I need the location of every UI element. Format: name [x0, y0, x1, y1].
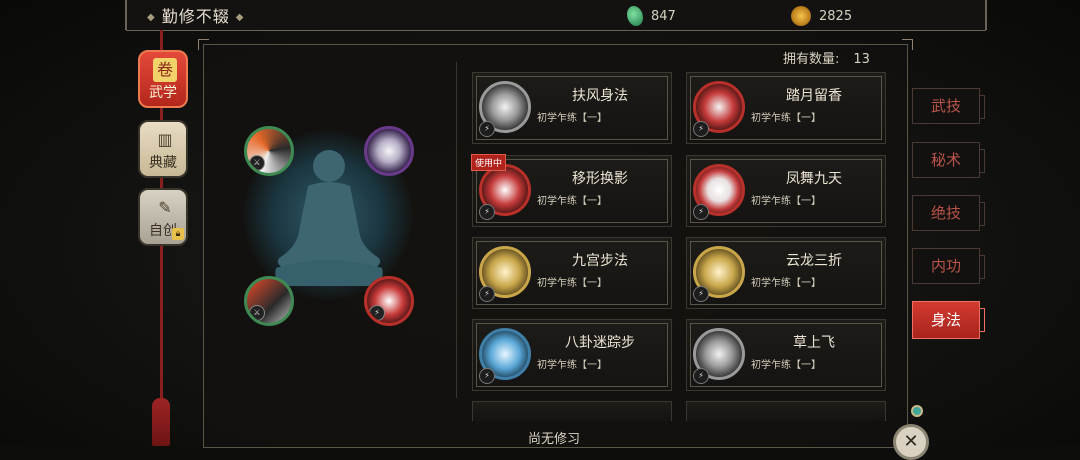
skill-level: 初学乍练【一】: [751, 196, 821, 207]
skill-card-in-use[interactable]: ⚡ 使用中 移形换影 初学乍练【一】: [471, 154, 672, 227]
skill-card-partial[interactable]: [472, 401, 672, 421]
skill-level: 初学乍练【一】: [537, 360, 607, 371]
tab-ultimate-skills[interactable]: 绝技: [912, 195, 985, 231]
skill-level: 初学乍练【一】: [751, 278, 821, 289]
equipped-slot-skill[interactable]: [364, 126, 414, 176]
jade-icon: [627, 6, 643, 26]
movement-icon: ⚡: [479, 121, 495, 137]
sidebar-item-label: 典藏: [149, 155, 177, 171]
equipped-slot-movement[interactable]: ⚡: [364, 276, 414, 326]
equipped-slot-technique[interactable]: ⚔: [244, 276, 294, 326]
owned-count-value: 13: [853, 52, 870, 67]
diamond-icon: ◆: [235, 12, 245, 23]
tab-secret-arts[interactable]: 秘术: [912, 142, 985, 178]
skill-name: 扶风身法: [572, 88, 628, 104]
skill-name: 云龙三折: [786, 253, 842, 269]
training-status: 尚无修习: [528, 432, 581, 447]
skill-level: 初学乍练【一】: [751, 360, 821, 371]
quill-icon: ✎: [158, 198, 172, 217]
skill-card[interactable]: ⚡ 云龙三折 初学乍练【一】: [686, 237, 886, 309]
sword-icon: ⚔: [249, 155, 265, 171]
equipped-slot-weapon[interactable]: ⚔: [244, 126, 294, 176]
coin-amount: 2825: [819, 8, 853, 24]
skill-level: 初学乍练【一】: [537, 278, 607, 289]
close-icon: ✕: [903, 431, 919, 452]
skill-level: 初学乍练【一】: [537, 196, 607, 207]
movement-icon: ⚡: [479, 368, 495, 384]
close-button[interactable]: ✕: [893, 424, 929, 460]
movement-icon: ⚡: [693, 204, 709, 220]
skill-card[interactable]: ⚡ 九宫步法 初学乍练【一】: [472, 237, 672, 309]
in-use-badge: 使用中: [471, 154, 507, 171]
sword-icon: ⚔: [249, 305, 265, 321]
sidebar-item-martial-arts[interactable]: 卷 武学: [138, 50, 188, 108]
movement-icon: ⚡: [369, 305, 385, 321]
skill-name: 草上飞: [793, 335, 835, 351]
skill-name: 踏月留香: [786, 88, 842, 104]
skill-card[interactable]: ⚡ 八卦迷踪步 初学乍练【一】: [472, 319, 672, 391]
skill-card[interactable]: ⚡ 草上飞 初学乍练【一】: [686, 319, 886, 391]
coin-icon: [791, 6, 811, 26]
panel-divider: [456, 62, 457, 398]
skill-level: 初学乍练【一】: [751, 113, 821, 124]
skill-name: 凤舞九天: [786, 171, 842, 187]
movement-icon: ⚡: [693, 368, 709, 384]
top-bar: ◆ 勤修不辍 ◆ 847 2825: [125, 0, 987, 31]
diamond-icon: ◆: [147, 12, 156, 23]
sidebar-item-label: 武学: [149, 85, 177, 101]
top-bar-right-edge: [985, 0, 987, 30]
page-title: 勤修不辍: [161, 7, 230, 26]
sidebar-item-collection[interactable]: ▥ 典藏: [138, 120, 188, 178]
corner-ornament: [198, 39, 209, 50]
top-bar-left-edge: [125, 0, 127, 30]
owned-count-label: 拥有数量:: [783, 52, 840, 67]
tab-movement-arts[interactable]: 身法: [912, 301, 985, 339]
movement-icon: ⚡: [479, 286, 495, 302]
coin-resource: 2825: [791, 6, 852, 26]
lock-icon: 🔒︎: [172, 228, 184, 240]
owned-count: 拥有数量: 13: [783, 48, 870, 67]
books-icon: ▥: [157, 130, 173, 149]
scroll-icon: 卷: [153, 58, 177, 82]
skill-card[interactable]: ⚡ 踏月留香 初学乍练【一】: [686, 72, 886, 144]
movement-icon: ⚡: [693, 121, 709, 137]
jade-bead-ornament: [911, 405, 923, 417]
skill-level: 初学乍练【一】: [537, 113, 607, 124]
corner-ornament: [902, 39, 913, 50]
jade-resource: 847: [627, 6, 676, 26]
page-title-wrap: ◆ 勤修不辍 ◆: [141, 3, 250, 27]
tab-martial-techniques[interactable]: 武技: [912, 88, 985, 124]
tassel-ornament: [152, 398, 170, 446]
skill-name: 九宫步法: [572, 253, 628, 269]
movement-icon: ⚡: [693, 286, 709, 302]
sidebar-item-self-create[interactable]: ✎ 自创 🔒︎: [138, 188, 188, 246]
movement-icon: ⚡: [479, 204, 495, 220]
skill-card[interactable]: ⚡ 凤舞九天 初学乍练【一】: [686, 155, 886, 227]
skill-name: 八卦迷踪步: [565, 335, 635, 351]
skill-card[interactable]: ⚡ 扶风身法 初学乍练【一】: [472, 72, 672, 144]
jade-amount: 847: [651, 8, 676, 24]
skill-name: 移形换影: [572, 171, 628, 187]
tab-inner-power[interactable]: 内功: [912, 248, 985, 284]
skill-card-partial[interactable]: [686, 401, 886, 421]
